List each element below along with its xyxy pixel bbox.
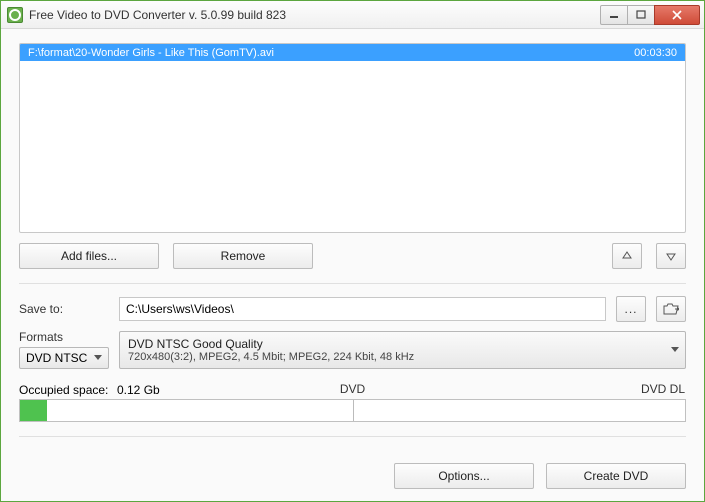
content-area: F:\format\20-Wonder Girls - Like This (G… <box>1 29 704 501</box>
format-select[interactable]: DVD NTSC <box>19 347 109 369</box>
occupied-value: 0.12 Gb <box>117 383 173 397</box>
file-buttons-row: Add files... Remove <box>19 243 686 269</box>
format-select-value: DVD NTSC <box>26 351 87 365</box>
options-button[interactable]: Options... <box>394 463 534 489</box>
space-meter-fill <box>20 400 47 421</box>
arrow-down-icon <box>665 250 677 262</box>
chevron-down-icon <box>671 347 679 353</box>
formats-left: Formats DVD NTSC <box>19 330 109 369</box>
maximize-icon <box>636 10 646 20</box>
footer-row: Options... Create DVD <box>19 463 686 489</box>
move-up-button[interactable] <box>612 243 642 269</box>
save-to-label: Save to: <box>19 302 109 316</box>
formats-row: Formats DVD NTSC DVD NTSC Good Quality 7… <box>19 330 686 369</box>
formats-label: Formats <box>19 330 109 344</box>
meter-mark-dvddl: DVD DL <box>641 382 685 396</box>
file-list-item[interactable]: F:\format\20-Wonder Girls - Like This (G… <box>20 44 685 61</box>
app-window: Free Video to DVD Converter v. 5.0.99 bu… <box>0 0 705 502</box>
separator <box>19 436 686 437</box>
titlebar: Free Video to DVD Converter v. 5.0.99 bu… <box>1 1 704 29</box>
window-title: Free Video to DVD Converter v. 5.0.99 bu… <box>29 8 601 22</box>
close-button[interactable] <box>654 5 700 25</box>
quality-select[interactable]: DVD NTSC Good Quality 720x480(3:2), MPEG… <box>119 331 686 369</box>
save-to-input[interactable] <box>119 297 606 321</box>
file-path: F:\format\20-Wonder Girls - Like This (G… <box>28 47 634 59</box>
ellipsis-icon: ... <box>624 302 637 316</box>
move-down-button[interactable] <box>656 243 686 269</box>
close-icon <box>671 10 683 20</box>
minimize-button[interactable] <box>600 5 628 25</box>
quality-title: DVD NTSC Good Quality <box>128 337 263 351</box>
quality-details: 720x480(3:2), MPEG2, 4.5 Mbit; MPEG2, 22… <box>128 351 414 363</box>
open-folder-icon <box>663 303 679 315</box>
remove-button[interactable]: Remove <box>173 243 313 269</box>
chevron-down-icon <box>94 355 102 361</box>
separator <box>19 283 686 284</box>
save-to-row: Save to: ... <box>19 296 686 322</box>
occupied-label: Occupied space: <box>19 383 109 397</box>
window-buttons <box>601 5 700 25</box>
browse-button[interactable]: ... <box>616 296 646 322</box>
minimize-icon <box>609 10 619 20</box>
space-meter: DVD DVD DL <box>19 399 686 422</box>
arrow-up-icon <box>621 250 633 262</box>
meter-tick-dvd <box>353 400 354 421</box>
file-list[interactable]: F:\format\20-Wonder Girls - Like This (G… <box>19 43 686 233</box>
file-duration: 00:03:30 <box>634 47 677 59</box>
meter-mark-dvd: DVD <box>340 382 365 396</box>
create-dvd-button[interactable]: Create DVD <box>546 463 686 489</box>
add-files-button[interactable]: Add files... <box>19 243 159 269</box>
app-icon <box>7 7 23 23</box>
open-folder-button[interactable] <box>656 296 686 322</box>
maximize-button[interactable] <box>627 5 655 25</box>
